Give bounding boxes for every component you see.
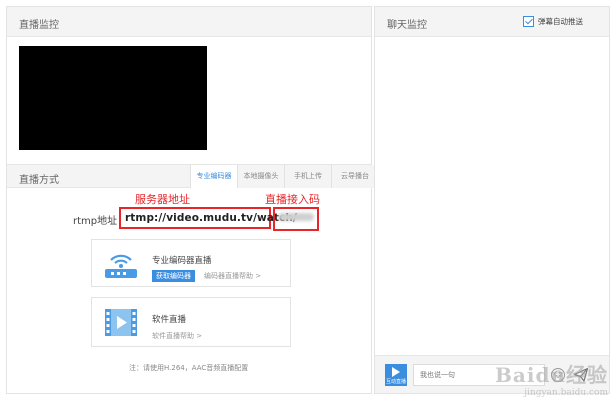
barrage-auto-push-label: 弹幕自动推送 [538,17,583,26]
software-help-link[interactable]: 软件直播帮助 > [152,331,202,341]
live-method-bar: 直播方式 专业编码器 本地摄像头 手机上传 云导播台 [7,164,378,189]
interactive-live-button[interactable]: 互动直播 [385,364,407,386]
tab-pro-encoder[interactable]: 专业编码器 [190,165,237,189]
video-preview[interactable] [19,46,207,150]
watermark-logo: Baidu经验 [495,363,608,387]
tab-mobile-upload[interactable]: 手机上传 [284,165,331,188]
live-method-title: 直播方式 [19,175,59,186]
encoder-help-link[interactable]: 编码器直播帮助 > [204,271,261,281]
live-monitor-title: 直播监控 [19,20,59,31]
software-live-card: 软件直播 软件直播帮助 > [91,297,291,347]
interactive-live-label: 互动直播 [385,379,406,385]
encoding-note: 注：请使用H.264，AAC音频直播配置 [129,364,249,372]
live-monitor-header: 直播监控 [7,7,371,37]
barrage-auto-push-toggle[interactable]: 弹幕自动推送 [523,16,583,27]
software-live-title: 软件直播 [152,315,187,325]
router-wifi-icon [105,254,137,278]
annotation-stream-code: 直播接入码 [265,193,320,206]
tab-local-camera[interactable]: 本地摄像头 [237,165,284,188]
tab-cloud-director[interactable]: 云导播台 [331,165,378,188]
chat-monitor-title: 聊天监控 [387,20,427,31]
barrage-auto-push-checkbox[interactable] [523,16,534,27]
watermark-url: jingyan.baidu.com [524,388,608,398]
annotation-server-address: 服务器地址 [135,193,190,206]
stream-code-value-blurred[interactable] [278,213,314,221]
film-play-icon [105,309,137,336]
chat-monitor-panel: 聊天监控 弹幕自动推送 互动直播 ☺ [374,6,610,394]
chat-monitor-header: 聊天监控 弹幕自动推送 [375,7,609,37]
pro-encoder-card: 专业编码器直播 获取编码器 编码器直播帮助 > [91,239,291,287]
play-icon [392,367,400,377]
rtmp-url[interactable]: rtmp://video.mudu.tv/watch/ [125,212,297,224]
live-monitor-panel: 直播监控 直播方式 专业编码器 本地摄像头 手机上传 云导播台 服务器地址 直播… [6,6,378,394]
pro-encoder-title: 专业编码器直播 [152,256,212,266]
method-tabs: 专业编码器 本地摄像头 手机上传 云导播台 [190,165,378,189]
get-encoder-button[interactable]: 获取编码器 [152,270,195,282]
watermark: Baidu经验 jingyan.baidu.com [495,359,608,398]
